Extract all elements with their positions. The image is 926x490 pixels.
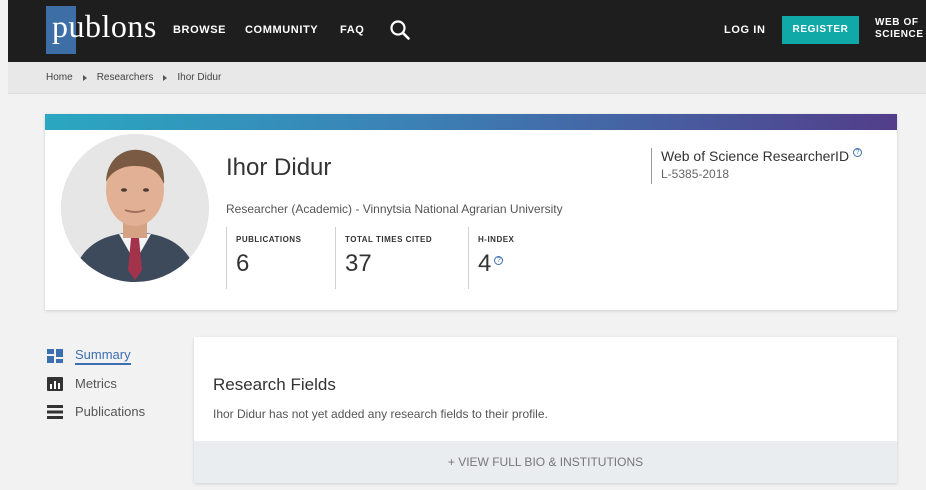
researcher-affiliation: Researcher (Academic) - Vinnytsia Nation… — [226, 202, 563, 216]
research-fields-title: Research Fields — [213, 375, 336, 394]
bar-chart-icon — [47, 376, 63, 391]
publications-stat[interactable]: PUBLICATIONS 6 — [226, 227, 334, 289]
nav-browse-link[interactable]: BROWSE — [173, 24, 226, 36]
avatar — [61, 134, 209, 282]
breadcrumb-separator-icon — [163, 74, 168, 81]
top-navigation-bar: publons BROWSE COMMUNITY FAQ LOG IN REGI… — [8, 0, 926, 62]
view-full-bio-button[interactable]: + VIEW FULL BIO & INSTITUTIONS — [194, 441, 897, 483]
wos-line-2: SCIENCE — [875, 29, 924, 40]
wos-line-1: WEB OF — [875, 17, 919, 28]
breadcrumb-home-link[interactable]: Home — [46, 72, 73, 83]
stat-value: 6 — [236, 250, 250, 277]
stat-value: 37 — [345, 250, 372, 277]
breadcrumb-researchers-link[interactable]: Researchers — [97, 72, 154, 83]
profile-photo — [61, 134, 209, 282]
researcher-id-title: Web of Science ResearcherID ? — [661, 148, 863, 164]
stat-label: TOTAL TIMES CITED — [345, 235, 433, 244]
login-link[interactable]: LOG IN — [724, 24, 766, 36]
help-icon[interactable]: ? — [853, 148, 863, 157]
dashboard-icon — [47, 349, 63, 363]
nav-community-link[interactable]: COMMUNITY — [245, 24, 318, 36]
stat-label: H-INDEX — [478, 235, 515, 244]
logo-text: publons — [52, 8, 157, 44]
stat-value: 4 ? — [478, 250, 558, 278]
nav-faq-link[interactable]: FAQ — [340, 24, 364, 36]
researcher-id-block: Web of Science ResearcherID ? L-5385-201… — [651, 148, 863, 184]
list-icon — [47, 404, 63, 419]
sidebar-item-metrics[interactable]: Metrics — [47, 376, 117, 391]
sidebar-item-publications[interactable]: Publications — [47, 404, 145, 419]
web-of-science-link[interactable]: WEB OF SCIENCE — [875, 17, 926, 41]
register-button[interactable]: REGISTER — [782, 16, 859, 44]
profile-header-gradient — [45, 114, 897, 130]
sidebar-item-summary[interactable]: Summary — [47, 347, 131, 365]
research-fields-card: Research Fields Ihor Didur has not yet a… — [194, 337, 897, 483]
researcher-id-value: L-5385-2018 — [661, 167, 730, 181]
times-cited-stat[interactable]: TOTAL TIMES CITED 37 — [335, 227, 467, 289]
sidebar-item-label: Publications — [75, 404, 146, 419]
search-icon[interactable] — [389, 19, 411, 41]
stat-label: PUBLICATIONS — [236, 235, 302, 244]
profile-card: Ihor Didur Researcher (Academic) - Vinny… — [45, 114, 897, 310]
help-icon[interactable]: ? — [494, 256, 504, 265]
sidebar-item-label: Summary — [75, 347, 131, 365]
h-index-stat[interactable]: H-INDEX 4 ? — [468, 227, 558, 289]
researcher-name: Ihor Didur — [226, 154, 332, 181]
breadcrumb: Home Researchers Ihor Didur — [46, 72, 221, 83]
breadcrumb-current: Ihor Didur — [177, 72, 222, 83]
sidebar-item-label: Metrics — [75, 376, 117, 391]
breadcrumb-separator-icon — [82, 74, 87, 81]
research-fields-message: Ihor Didur has not yet added any researc… — [213, 407, 548, 421]
breadcrumb-bar: Home Researchers Ihor Didur — [8, 62, 926, 94]
